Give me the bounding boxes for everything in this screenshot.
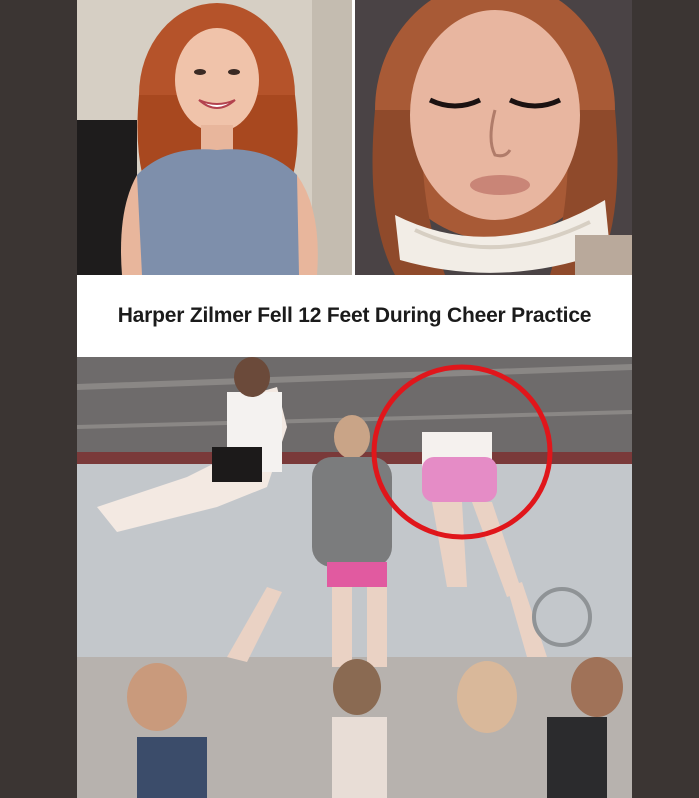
headline-text: Harper Zilmer Fell 12 Feet During Cheer …	[117, 304, 592, 327]
photo-smiling-girl	[77, 0, 352, 275]
news-post-card: Harper Zilmer Fell 12 Feet During Cheer …	[77, 0, 632, 798]
cheer-practice-illustration	[77, 357, 632, 798]
neck-brace-illustration	[355, 0, 632, 275]
photo-neck-brace	[355, 0, 632, 275]
page: Harper Zilmer Fell 12 Feet During Cheer …	[0, 0, 699, 798]
headline-band: Harper Zilmer Fell 12 Feet During Cheer …	[77, 275, 632, 357]
smiling-girl-illustration	[77, 0, 352, 275]
photo-cheer-practice	[77, 357, 632, 798]
